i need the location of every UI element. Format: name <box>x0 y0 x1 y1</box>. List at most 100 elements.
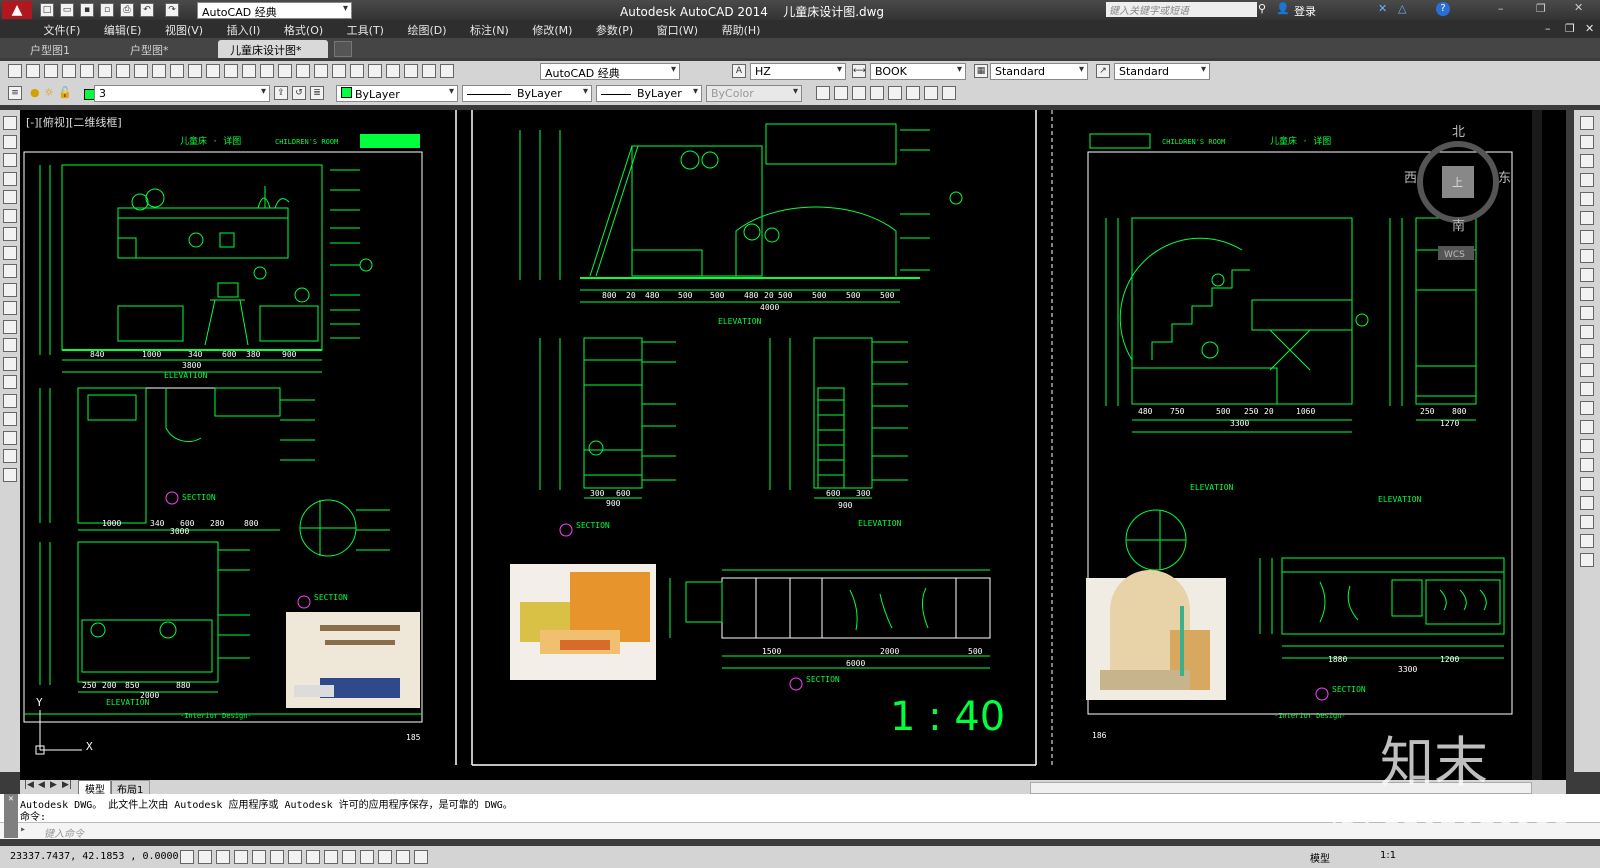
transparency-icon[interactable] <box>378 850 392 864</box>
stretch-icon[interactable] <box>1580 268 1594 282</box>
sheet-set-icon[interactable] <box>386 64 400 78</box>
doc-tab-1[interactable]: 户型图1 <box>18 40 114 58</box>
menu-file[interactable]: 文件(F) <box>34 20 91 38</box>
viewcube[interactable]: 上 北 南 西 东 WCS <box>1404 125 1511 260</box>
3d-dwf-icon[interactable] <box>116 64 130 78</box>
block-editor-icon[interactable] <box>206 64 220 78</box>
prev-layout-icon[interactable]: ◀ <box>38 780 45 790</box>
ducs-icon[interactable] <box>324 850 338 864</box>
join-icon[interactable] <box>1580 363 1594 377</box>
workspace-dropdown[interactable]: AutoCAD 经典 <box>197 2 352 19</box>
trim-icon[interactable] <box>1580 287 1594 301</box>
plot-icon[interactable] <box>62 64 76 78</box>
linetype-combo[interactable]: ByLayer <box>462 85 592 102</box>
ellipse-arc-icon[interactable] <box>3 301 17 315</box>
design-center-icon[interactable] <box>350 64 364 78</box>
zoom-realtime-icon[interactable] <box>278 64 292 78</box>
search-input[interactable]: 键入关键字或短语 <box>1106 2 1257 17</box>
menu-help[interactable]: 帮助(H) <box>712 20 771 38</box>
gradient-icon[interactable] <box>3 393 17 408</box>
blend-icon[interactable] <box>1580 420 1594 434</box>
viewport-label[interactable]: [-][俯视][二维线框] <box>26 114 122 130</box>
restore-icon[interactable]: ❐ <box>1536 2 1546 15</box>
add-selected-icon[interactable] <box>3 467 17 482</box>
first-layout-icon[interactable]: |◀ <box>24 780 34 790</box>
layer-manager-icon[interactable]: ≡ <box>8 86 22 100</box>
vertical-scrollbar[interactable] <box>1532 110 1542 780</box>
saveas-icon[interactable]: ▫ <box>100 3 114 17</box>
dim-style-icon[interactable]: ⟷ <box>852 64 866 78</box>
selection-cycling-icon[interactable] <box>414 850 428 864</box>
publish-icon[interactable] <box>98 64 112 78</box>
layer-freeze-icon[interactable] <box>852 86 866 100</box>
scale-icon[interactable] <box>1580 249 1594 263</box>
new-tab-icon[interactable] <box>334 41 352 57</box>
chamfer-icon[interactable] <box>1580 382 1594 396</box>
binoculars-icon[interactable]: ⚲ <box>1258 2 1266 15</box>
multileader-style-icon[interactable]: ↗ <box>1096 64 1110 78</box>
text-style-combo[interactable]: HZ <box>750 63 846 80</box>
qnew-icon[interactable] <box>8 64 22 78</box>
break-at-point-icon[interactable] <box>1580 325 1594 339</box>
doc-tab-3[interactable]: 儿童床设计图* <box>218 40 328 58</box>
layer-walk-icon[interactable] <box>834 86 848 100</box>
ortho-icon[interactable] <box>234 850 248 864</box>
undo-icon[interactable]: ↶ <box>140 3 154 17</box>
offset-icon[interactable] <box>1580 173 1594 187</box>
construction-line-icon[interactable] <box>3 134 17 149</box>
help-icon[interactable] <box>440 64 454 78</box>
save-icon[interactable]: ▪ <box>80 3 94 17</box>
explode-icon[interactable] <box>1580 439 1594 453</box>
multiline-text-icon[interactable] <box>3 449 17 463</box>
erase-icon[interactable] <box>1580 116 1594 130</box>
plot-style-combo[interactable]: ByColor <box>706 85 802 102</box>
qopen-icon[interactable] <box>26 64 40 78</box>
tool-palettes-icon[interactable] <box>368 64 382 78</box>
table-style-combo[interactable]: Standard <box>990 63 1088 80</box>
quick-properties-icon[interactable] <box>396 850 410 864</box>
markup-icon[interactable] <box>404 64 418 78</box>
login-link[interactable]: 登录 <box>1294 3 1316 19</box>
arc-icon[interactable] <box>3 208 17 223</box>
list-icon[interactable] <box>1580 553 1594 567</box>
copy-icon[interactable] <box>152 64 166 78</box>
otrack-icon[interactable] <box>306 850 320 864</box>
workspace-combo[interactable]: AutoCAD 经典 <box>540 63 680 80</box>
doc-close-icon[interactable]: ✕ <box>1575 20 1600 35</box>
layer-lock-icon[interactable] <box>888 86 902 100</box>
3d-osnap-icon[interactable] <box>288 850 302 864</box>
next-layout-icon[interactable]: ▶ <box>50 780 57 790</box>
rectangle-icon[interactable] <box>3 190 17 204</box>
make-block-icon[interactable] <box>3 338 17 352</box>
break-icon[interactable] <box>1580 344 1594 358</box>
table-icon[interactable] <box>3 430 17 445</box>
circle-icon[interactable] <box>3 227 17 241</box>
rotate-icon[interactable] <box>1580 230 1594 244</box>
dyn-icon[interactable] <box>342 850 356 864</box>
model-space-button[interactable]: 模型 <box>1310 850 1330 865</box>
exchange-icon[interactable]: ✕ <box>1378 2 1387 15</box>
zoom-previous-icon[interactable] <box>314 64 328 78</box>
open-icon[interactable]: ▭ <box>60 3 74 17</box>
pan-icon[interactable] <box>260 64 274 78</box>
plot-preview-icon[interactable] <box>80 64 94 78</box>
region-icon[interactable] <box>3 412 17 426</box>
snap-icon[interactable] <box>198 850 212 864</box>
array-icon[interactable] <box>1580 192 1594 206</box>
lineweight-icon[interactable] <box>360 850 374 864</box>
last-layout-icon[interactable]: ▶| <box>62 780 72 790</box>
area-icon[interactable] <box>1580 534 1594 548</box>
mirror-icon[interactable] <box>1580 154 1594 168</box>
cut-icon[interactable] <box>134 64 148 78</box>
menu-insert[interactable]: 插入(I) <box>217 20 271 38</box>
layer-merge-icon[interactable] <box>942 86 956 100</box>
command-prompt-icon[interactable]: ▸ <box>20 824 26 835</box>
make-layer-current-icon[interactable]: ⇪ <box>274 86 288 100</box>
menu-draw[interactable]: 绘图(D) <box>397 20 456 38</box>
menu-edit[interactable]: 编辑(E) <box>94 20 152 38</box>
grid-icon[interactable] <box>216 850 230 864</box>
move-icon[interactable] <box>1580 211 1594 225</box>
revision-cloud-icon[interactable] <box>3 245 17 260</box>
properties-icon[interactable] <box>332 64 346 78</box>
match-prop-icon[interactable] <box>188 64 202 78</box>
